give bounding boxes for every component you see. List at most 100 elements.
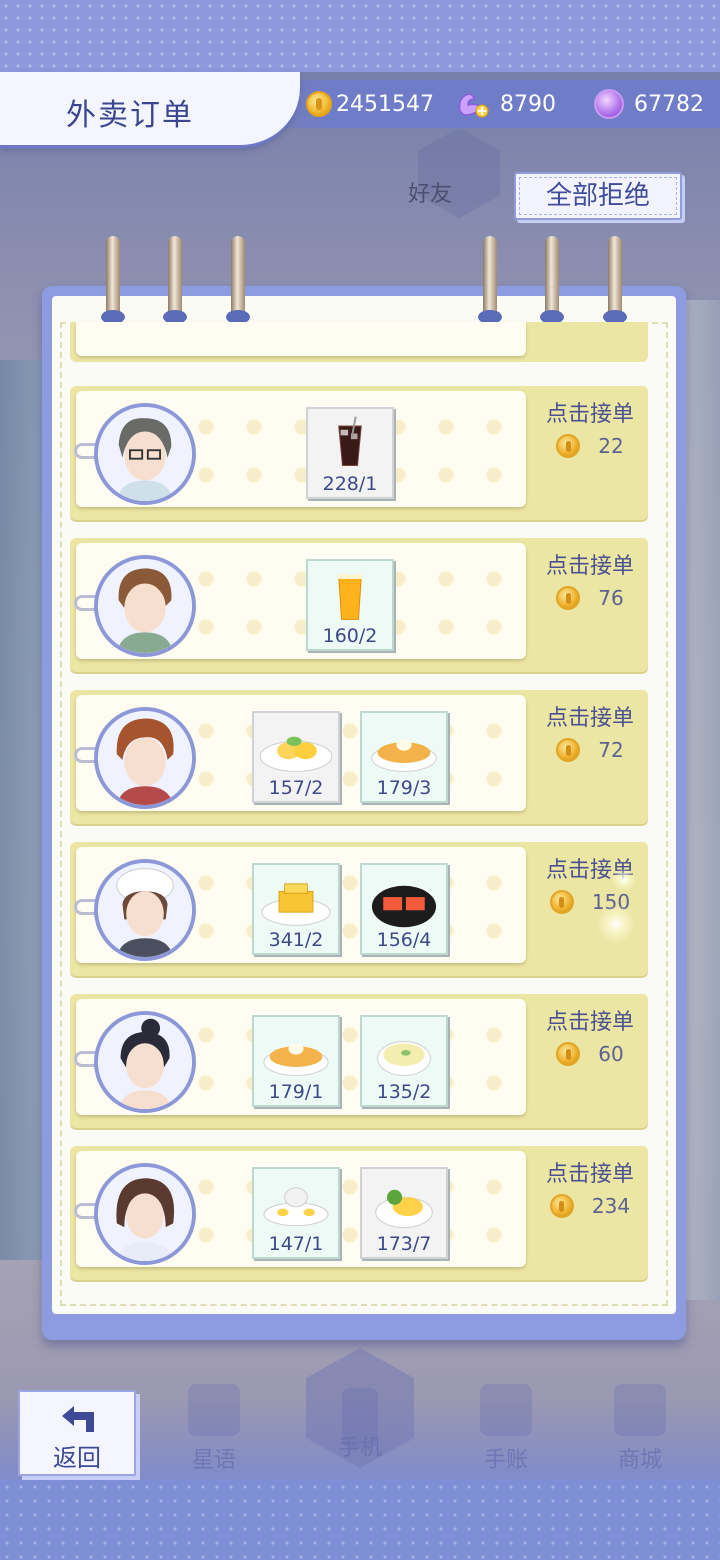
reject-all-button[interactable]: 全部拒绝	[514, 172, 682, 220]
order-row[interactable]: 157/2 179/3 点击接单 72	[70, 690, 648, 828]
egg-tart-plate-icon	[263, 1187, 329, 1227]
nav-phone[interactable]: 手机	[310, 1384, 410, 1480]
pancake-icon	[371, 739, 437, 772]
title-tab: 外卖订单	[0, 72, 300, 148]
nav-label: 手机	[337, 1436, 382, 1461]
food-count: 341/2	[268, 929, 324, 951]
customer-avatar	[94, 859, 196, 961]
gold-amount: 2451547	[336, 91, 434, 117]
binder-ring	[540, 236, 564, 324]
food-item: 157/2	[252, 711, 340, 803]
order-row-partial	[70, 322, 648, 362]
accept-order[interactable]: 点击接单 22	[540, 396, 640, 458]
customer-avatar	[94, 1011, 196, 1113]
order-row[interactable]: 228/1 点击接单 22	[70, 386, 648, 524]
binder-ring	[603, 236, 627, 324]
gold-coin-icon	[306, 91, 332, 117]
gold-coin-icon	[549, 1194, 574, 1218]
swan-plus-icon	[458, 93, 489, 118]
nav-star-language[interactable]: 星语	[164, 1380, 264, 1476]
bottom-band	[0, 1480, 720, 1560]
reward-amount: 72	[598, 738, 624, 762]
order-card: 157/2 179/3	[74, 695, 526, 811]
orange-juice-icon	[337, 574, 363, 620]
food-count: 157/2	[268, 777, 324, 799]
calendar-check-icon	[480, 1384, 532, 1436]
order-card: 341/2 156/4	[74, 847, 526, 963]
food-count: 160/2	[322, 625, 378, 647]
mango-dessert-icon	[259, 736, 333, 772]
sparkle-effect	[596, 904, 636, 944]
nav-label: 手账	[483, 1448, 528, 1473]
pancake-icon	[263, 1043, 329, 1076]
order-reward: 72	[540, 738, 640, 762]
food-count: 179/1	[268, 1081, 324, 1103]
iced-cola-icon	[338, 416, 362, 467]
accept-order-label: 点击接单	[545, 1162, 634, 1187]
accept-order-label: 点击接单	[545, 706, 634, 731]
food-item: 341/2	[252, 863, 340, 955]
order-card: 147/1 173/7	[74, 1151, 526, 1267]
reward-amount: 76	[598, 586, 624, 610]
gold-coin-icon	[556, 738, 581, 762]
top-band	[0, 0, 720, 72]
order-card: 160/2	[74, 543, 526, 659]
background-curtain	[680, 300, 720, 1300]
swan-amount: 8790	[500, 91, 556, 117]
accept-order[interactable]: 点击接单 72	[540, 700, 640, 762]
customer-avatar	[94, 1163, 196, 1265]
binder-ring	[226, 236, 250, 324]
back-button[interactable]: 返回	[18, 1390, 136, 1476]
nav-journal[interactable]: 手账	[456, 1380, 556, 1476]
shop-bag-icon	[614, 1384, 666, 1436]
food-item: 160/2	[306, 559, 394, 651]
order-row[interactable]: 341/2 156/4 点击接单 150	[70, 842, 648, 980]
binder-ring	[163, 236, 187, 324]
back-arrow-icon	[62, 1406, 94, 1432]
food-count: 228/1	[322, 473, 378, 495]
order-card: 179/1 135/2	[74, 999, 526, 1115]
order-reward: 76	[540, 586, 640, 610]
food-item: 173/7	[360, 1167, 448, 1259]
cream-soup-icon	[377, 1041, 431, 1076]
accept-order-label: 点击接单	[545, 1010, 634, 1035]
gold-counter: 2451547	[306, 86, 434, 122]
header: 外卖订单 2451547 8790 67782	[0, 72, 720, 148]
food-count: 147/1	[268, 1233, 324, 1255]
back-label: 返回	[53, 1444, 101, 1472]
gold-coin-icon	[556, 1042, 581, 1066]
broccoli-salad-icon	[375, 1189, 433, 1228]
nav-label: 商城	[617, 1448, 662, 1473]
food-item: 147/1	[252, 1167, 340, 1259]
accept-order[interactable]: 点击接单 234	[540, 1156, 640, 1218]
sparkle-effect	[612, 868, 636, 892]
food-count: 156/4	[376, 929, 432, 951]
food-item: 179/3	[360, 711, 448, 803]
accept-order-label: 点击接单	[545, 402, 634, 427]
food-count: 135/2	[376, 1081, 432, 1103]
food-item: 156/4	[360, 863, 448, 955]
accept-order[interactable]: 点击接单 76	[540, 548, 640, 610]
order-row[interactable]: 160/2 点击接单 76	[70, 538, 648, 676]
customer-avatar	[94, 555, 196, 657]
gold-coin-icon	[556, 586, 581, 610]
food-item: 135/2	[360, 1015, 448, 1107]
order-row[interactable]: 179/1 135/2 点击接单 60	[70, 994, 648, 1132]
swan-counter[interactable]: 8790	[454, 86, 556, 122]
cards-icon	[188, 1384, 240, 1436]
nav-shop[interactable]: 商城	[590, 1380, 690, 1476]
order-reward: 60	[540, 1042, 640, 1066]
accept-order[interactable]: 点击接单 60	[540, 1004, 640, 1066]
order-row[interactable]: 147/1 173/7 点击接单 234	[70, 1146, 648, 1284]
salmon-sushi-icon	[371, 885, 437, 928]
binder-ring	[101, 236, 125, 324]
food-count: 173/7	[376, 1233, 432, 1255]
gem-amount: 67782	[634, 91, 704, 117]
page-title: 外卖订单	[66, 98, 194, 133]
friends-label: 好友	[408, 182, 453, 207]
reward-amount: 234	[591, 1194, 631, 1218]
butter-cake-icon	[261, 883, 331, 926]
food-item: 228/1	[306, 407, 394, 499]
food-count: 179/3	[376, 777, 432, 799]
order-reward: 22	[540, 434, 640, 458]
